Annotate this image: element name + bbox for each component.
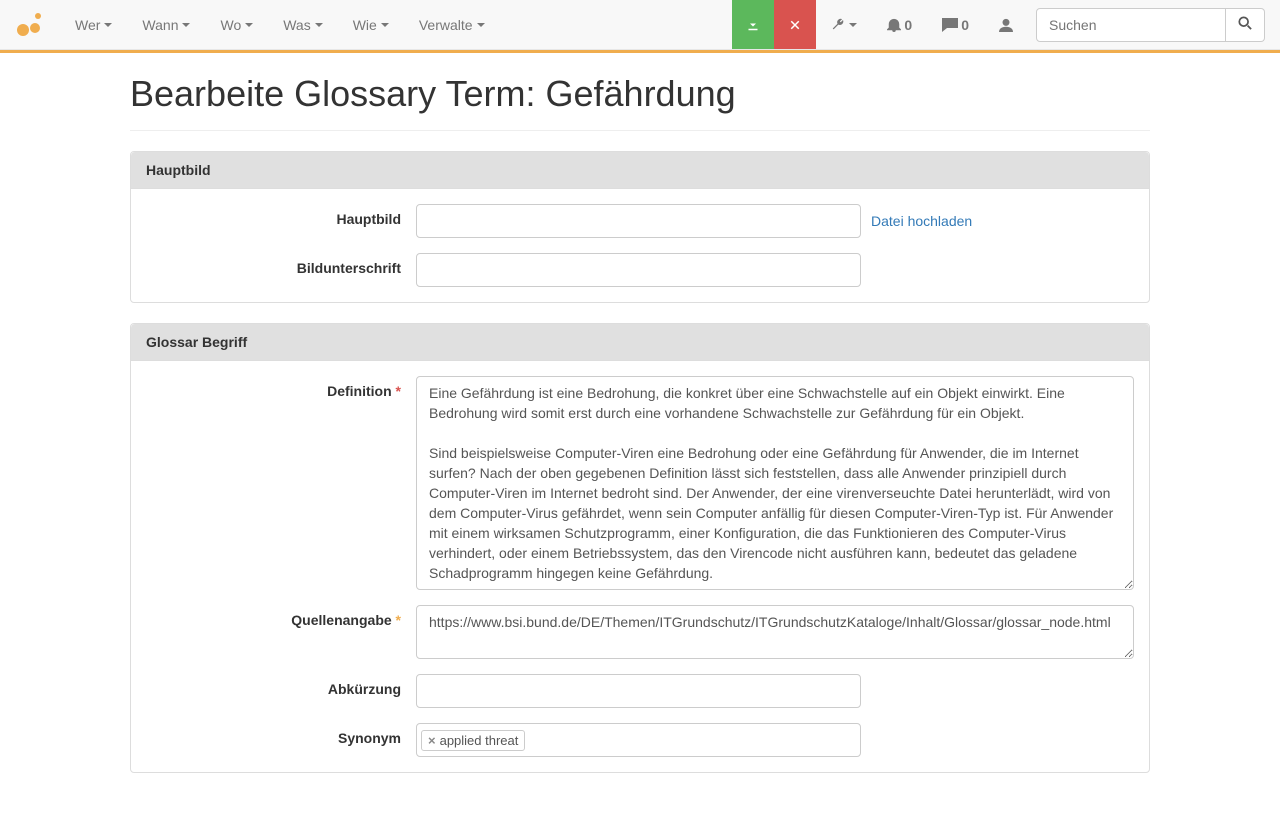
- divider: [130, 130, 1150, 131]
- textarea-source[interactable]: [416, 605, 1134, 659]
- nav-wann[interactable]: Wann: [127, 0, 205, 49]
- input-hauptbild[interactable]: [416, 204, 861, 238]
- user-menu[interactable]: [984, 0, 1028, 49]
- navbar: Wer Wann Wo Was Wie Verwalte 0 0: [0, 0, 1280, 50]
- search-box: [1028, 0, 1280, 49]
- upload-link[interactable]: Datei hochladen: [871, 213, 972, 229]
- input-abbr[interactable]: [416, 674, 861, 708]
- logo-icon: [15, 10, 45, 40]
- nav-was[interactable]: Was: [268, 0, 337, 49]
- panel-glossar: Glossar Begriff Definition * Quellenanga…: [130, 323, 1150, 773]
- page-title: Bearbeite Glossary Term: Gefährdung: [130, 73, 1150, 115]
- panel-glossar-header: Glossar Begriff: [131, 324, 1149, 361]
- notifications[interactable]: 0: [872, 0, 927, 49]
- tools-menu[interactable]: [816, 0, 872, 49]
- label-definition: Definition *: [146, 376, 416, 399]
- label-hauptbild: Hauptbild: [146, 204, 416, 227]
- nav-right: 0 0: [732, 0, 1280, 49]
- panel-hauptbild-header: Hauptbild: [131, 152, 1149, 189]
- search-button[interactable]: [1226, 8, 1265, 42]
- main-container: Bearbeite Glossary Term: Gefährdung Haup…: [115, 53, 1165, 813]
- save-button[interactable]: [732, 0, 774, 49]
- search-icon: [1238, 16, 1252, 30]
- user-icon: [999, 18, 1013, 32]
- input-caption[interactable]: [416, 253, 861, 287]
- synonym-tag: × applied threat: [421, 730, 525, 751]
- nav-left: Wer Wann Wo Was Wie Verwalte: [60, 0, 732, 49]
- search-input[interactable]: [1036, 8, 1226, 42]
- navbar-brand[interactable]: [0, 0, 60, 49]
- nav-wie[interactable]: Wie: [338, 0, 404, 49]
- textarea-definition[interactable]: [416, 376, 1134, 590]
- label-source: Quellenangabe *: [146, 605, 416, 628]
- label-synonym: Synonym: [146, 723, 416, 746]
- comment-icon: [942, 18, 958, 32]
- synonym-tag-label: applied threat: [440, 733, 519, 748]
- close-icon: [789, 18, 801, 32]
- label-abbr: Abkürzung: [146, 674, 416, 697]
- download-icon: [747, 18, 759, 32]
- synonym-tag-input[interactable]: × applied threat: [416, 723, 861, 757]
- messages[interactable]: 0: [927, 0, 984, 49]
- wrench-icon: [831, 18, 845, 32]
- tag-remove-icon[interactable]: ×: [428, 733, 436, 748]
- panel-hauptbild: Hauptbild Hauptbild Datei hochladen Bild…: [130, 151, 1150, 303]
- nav-wer[interactable]: Wer: [60, 0, 127, 49]
- label-caption: Bildunterschrift: [146, 253, 416, 276]
- nav-verwalte[interactable]: Verwalte: [404, 0, 500, 49]
- nav-wo[interactable]: Wo: [205, 0, 268, 49]
- bell-icon: [887, 18, 901, 32]
- cancel-button[interactable]: [774, 0, 816, 49]
